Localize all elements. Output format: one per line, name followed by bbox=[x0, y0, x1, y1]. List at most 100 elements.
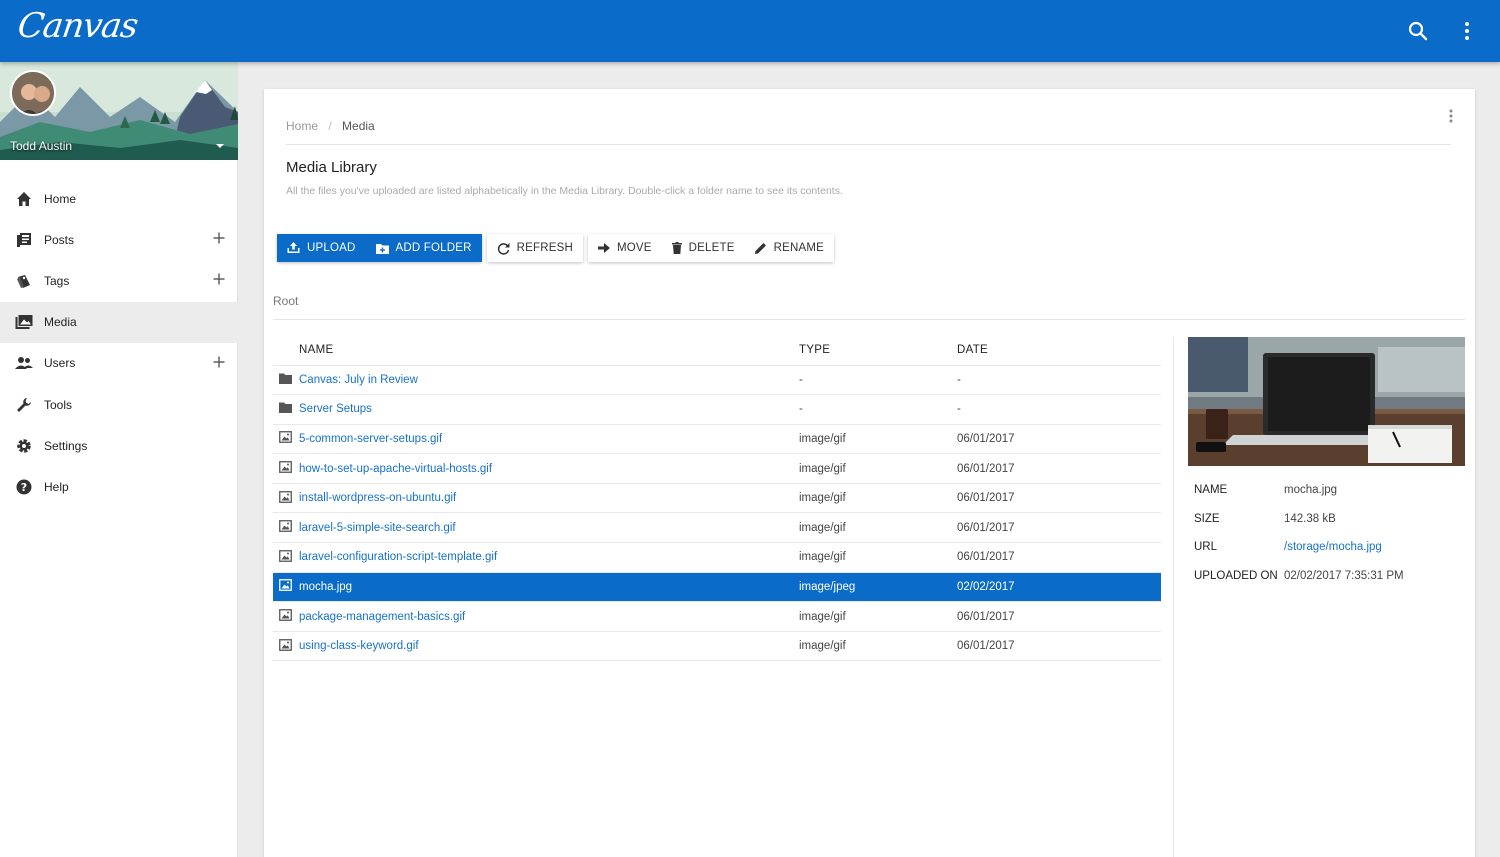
gear-icon bbox=[15, 437, 33, 455]
file-name[interactable]: laravel-configuration-script-template.gi… bbox=[299, 542, 799, 573]
more-vert-icon[interactable] bbox=[1455, 19, 1479, 43]
avatar[interactable] bbox=[10, 70, 56, 116]
card-more-icon[interactable] bbox=[1444, 108, 1458, 124]
sidebar-item-users[interactable]: Users bbox=[0, 343, 238, 384]
add-post-icon[interactable] bbox=[212, 231, 226, 245]
app-logo[interactable]: Canvas bbox=[15, 6, 140, 46]
file-type: image/gif bbox=[799, 631, 957, 662]
sidebar-item-label: Users bbox=[44, 356, 76, 371]
sidebar-nav: Home Posts Tags Media Users Tools Settin… bbox=[0, 178, 238, 508]
table-row[interactable]: Canvas: July in Review - - bbox=[273, 365, 1161, 396]
table-row[interactable]: how-to-set-up-apache-virtual-hosts.gif im… bbox=[273, 453, 1161, 484]
file-name[interactable]: package-management-basics.gif bbox=[299, 601, 799, 632]
file-name[interactable]: Server Setups bbox=[299, 394, 799, 425]
svg-text:?: ? bbox=[21, 481, 27, 494]
move-button[interactable]: MOVE bbox=[587, 234, 662, 262]
detail-row-name: NAME mocha.jpg bbox=[1194, 484, 1404, 513]
move-label: MOVE bbox=[616, 242, 652, 254]
wrench-icon bbox=[15, 396, 33, 414]
upload-button[interactable]: UPLOAD bbox=[277, 234, 366, 262]
file-name[interactable]: mocha.jpg bbox=[299, 572, 799, 603]
image-file-icon bbox=[273, 542, 299, 573]
file-type: - bbox=[799, 394, 957, 425]
file-name[interactable]: install-wordpress-on-ubuntu.gif bbox=[299, 483, 799, 514]
upload-icon bbox=[287, 242, 300, 253]
column-header-name[interactable]: NAME bbox=[299, 336, 799, 366]
table-row[interactable]: package-management-basics.gif image/gif 06… bbox=[273, 601, 1161, 632]
add-folder-button[interactable]: ADD FOLDER bbox=[365, 234, 482, 262]
file-name[interactable]: using-class-keyword.gif bbox=[299, 631, 799, 662]
search-icon[interactable] bbox=[1406, 19, 1430, 43]
trash-icon bbox=[671, 242, 682, 254]
file-preview-image bbox=[1188, 337, 1465, 466]
column-header-date[interactable]: DATE bbox=[957, 336, 1161, 366]
users-icon bbox=[15, 354, 33, 372]
image-file-icon bbox=[273, 572, 299, 603]
add-user-icon[interactable] bbox=[212, 355, 226, 369]
file-url-link[interactable]: /storage/mocha.jpg bbox=[1284, 541, 1382, 570]
file-type: image/gif bbox=[799, 453, 957, 484]
file-name[interactable]: Canvas: July in Review bbox=[299, 365, 799, 396]
profile-dropdown-caret[interactable] bbox=[216, 144, 224, 148]
detail-value: 142.38 kB bbox=[1284, 512, 1336, 525]
file-actions-group: MOVE DELETE RENAME bbox=[587, 234, 834, 262]
detail-value: 02/02/2017 7:35:31 PM bbox=[1284, 570, 1404, 583]
media-file-table: NAME TYPE DATE Canvas: July in Review - - S… bbox=[273, 336, 1161, 662]
divider bbox=[286, 144, 1451, 145]
table-header-row: NAME TYPE DATE bbox=[273, 336, 1161, 366]
sidebar-item-tools[interactable]: Tools bbox=[0, 384, 238, 425]
sidebar-item-settings[interactable]: Settings bbox=[0, 425, 238, 466]
details-divider bbox=[1173, 337, 1174, 857]
file-name[interactable]: 5-common-server-setups.gif bbox=[299, 424, 799, 455]
folder-icon bbox=[273, 365, 299, 396]
sidebar-item-posts[interactable]: Posts bbox=[0, 219, 238, 260]
add-folder-label: ADD FOLDER bbox=[395, 242, 472, 254]
pencil-icon bbox=[754, 243, 766, 254]
column-header-type[interactable]: TYPE bbox=[799, 336, 957, 366]
refresh-button[interactable]: REFRESH bbox=[486, 234, 583, 262]
sidebar-item-home[interactable]: Home bbox=[0, 178, 238, 219]
add-tag-icon[interactable] bbox=[212, 272, 226, 286]
table-row[interactable]: laravel-configuration-script-template.gi… bbox=[273, 542, 1161, 573]
sidebar-item-label: Tags bbox=[44, 273, 70, 288]
table-row[interactable]: Server Setups - - bbox=[273, 394, 1161, 425]
divider bbox=[273, 319, 1465, 320]
file-name[interactable]: laravel-5-simple-site-search.gif bbox=[299, 512, 799, 544]
table-row[interactable]: 5-common-server-setups.gif image/gif 06/01… bbox=[273, 424, 1161, 455]
table-row[interactable]: using-class-keyword.gif image/gif 06/01/20… bbox=[273, 631, 1161, 662]
sidebar-item-help[interactable]: ? Help bbox=[0, 466, 238, 507]
breadcrumb: Home / Media bbox=[286, 119, 375, 133]
folder-path[interactable]: Root bbox=[273, 294, 298, 308]
upload-button-group: UPLOAD ADD FOLDER bbox=[277, 234, 482, 262]
header-icon-column bbox=[273, 336, 299, 366]
media-icon bbox=[15, 313, 33, 331]
breadcrumb-home[interactable]: Home bbox=[286, 119, 318, 133]
file-name[interactable]: how-to-set-up-apache-virtual-hosts.gif bbox=[299, 453, 799, 484]
add-folder-icon bbox=[375, 243, 389, 254]
top-app-bar: Canvas bbox=[0, 0, 1500, 62]
tags-icon bbox=[15, 272, 33, 290]
file-date: 06/01/2017 bbox=[957, 631, 1161, 662]
file-date: - bbox=[957, 365, 1161, 396]
refresh-label: REFRESH bbox=[516, 242, 573, 254]
delete-button[interactable]: DELETE bbox=[661, 234, 745, 262]
refresh-icon bbox=[497, 242, 510, 255]
media-library-card: Home / Media Media Library All the files… bbox=[264, 89, 1475, 857]
table-row[interactable]: mocha.jpg image/jpeg 02/02/2017 bbox=[273, 572, 1161, 603]
profile-user-name: Todd Austin bbox=[10, 139, 73, 153]
file-type: - bbox=[799, 365, 957, 396]
table-row[interactable]: install-wordpress-on-ubuntu.gif image/gif… bbox=[273, 483, 1161, 514]
rename-button[interactable]: RENAME bbox=[744, 234, 834, 262]
sidebar-item-tags[interactable]: Tags bbox=[0, 260, 238, 301]
home-icon bbox=[15, 190, 33, 208]
page-title: Media Library bbox=[286, 159, 377, 176]
detail-label: NAME bbox=[1194, 484, 1228, 496]
detail-row-uploaded: UPLOADED ON 02/02/2017 7:35:31 PM bbox=[1194, 570, 1404, 599]
table-row[interactable]: laravel-5-simple-site-search.gif image/gi… bbox=[273, 512, 1161, 544]
image-file-icon bbox=[273, 512, 299, 544]
detail-row-url: URL /storage/mocha.jpg bbox=[1194, 541, 1404, 570]
upload-label: UPLOAD bbox=[307, 242, 356, 254]
sidebar-item-media[interactable]: Media bbox=[0, 301, 238, 343]
profile-header: Todd Austin bbox=[0, 62, 238, 160]
file-type: image/gif bbox=[799, 542, 957, 573]
